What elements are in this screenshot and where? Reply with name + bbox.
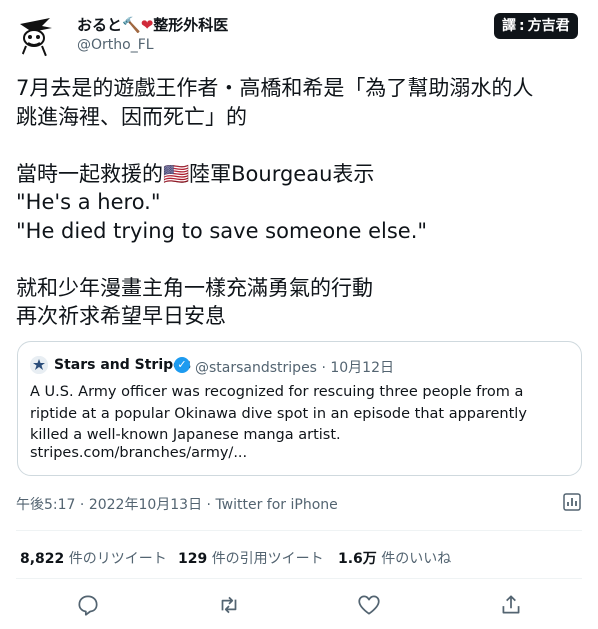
heart-icon[interactable]	[356, 592, 382, 618]
display-name-suffix: 整形外科医	[153, 16, 229, 34]
quote-separator: ·	[321, 360, 326, 376]
quotes-count: 129	[178, 551, 208, 567]
divider-bottom	[16, 578, 582, 579]
quote-meta: @starsandstripes · 10月12日	[195, 357, 394, 377]
tweet-timestamp[interactable]: 午後5:17 · 2022年10月13日 · Twitter for iPhon…	[16, 494, 338, 514]
tweet-time: 午後5:17	[16, 497, 76, 513]
timestamp-sep-2: ·	[206, 497, 211, 513]
quote-date: 10月12日	[330, 360, 394, 376]
hammer-emoji-icon: 🔨	[122, 16, 141, 34]
tweet-date: 2022年10月13日	[88, 497, 203, 513]
translator-label: 譯	[502, 18, 516, 34]
display-name[interactable]: おると🔨❤整形外科医	[77, 14, 228, 35]
quote-handle: @starsandstripes	[195, 360, 317, 376]
quote-text: A U.S. Army officer was recognized for r…	[30, 384, 527, 443]
analytics-icon[interactable]	[562, 492, 582, 512]
translator-badge: 譯: 方吉君	[494, 13, 578, 39]
avatar[interactable]	[12, 10, 60, 58]
heart-emoji-icon: ❤	[140, 16, 154, 34]
likes-count: 1.6万	[338, 551, 377, 567]
timestamp-sep-1: ·	[79, 497, 85, 513]
quote-avatar	[30, 356, 48, 374]
retweets-stat[interactable]: 8,822 件のリツイート	[20, 548, 167, 568]
retweet-icon[interactable]	[216, 592, 242, 618]
likes-label: 件のいいね	[381, 551, 452, 567]
display-name-text: おると	[77, 16, 123, 34]
retweets-label: 件のリツイート	[68, 551, 167, 567]
quote-tweet-card[interactable]: Stars and Stripes ✓ @starsandstripes · 1…	[17, 341, 582, 476]
divider-top	[16, 530, 582, 531]
quote-author-name: Stars and Stripes	[54, 357, 191, 373]
likes-stat[interactable]: 1.6万 件のいいね	[338, 548, 451, 568]
reply-icon[interactable]	[75, 592, 101, 618]
handle[interactable]: @Ortho_FL	[77, 37, 154, 53]
quotes-label: 件の引用ツイート	[211, 551, 324, 567]
quotes-stat[interactable]: 129 件の引用ツイート	[178, 548, 324, 568]
tweet-source: Twitter for iPhone	[215, 497, 338, 513]
share-icon[interactable]	[498, 592, 524, 618]
translator-name: 方吉君	[527, 18, 570, 34]
quote-link[interactable]: stripes.com/branches/army/...	[30, 445, 247, 461]
verified-icon: ✓	[174, 357, 190, 373]
retweets-count: 8,822	[20, 551, 65, 567]
tweet-text: 7月去是的遊戲王作者・高橋和希是「為了幫助溺水的人 跳進海裡、因而死亡」的 當時…	[16, 76, 534, 328]
